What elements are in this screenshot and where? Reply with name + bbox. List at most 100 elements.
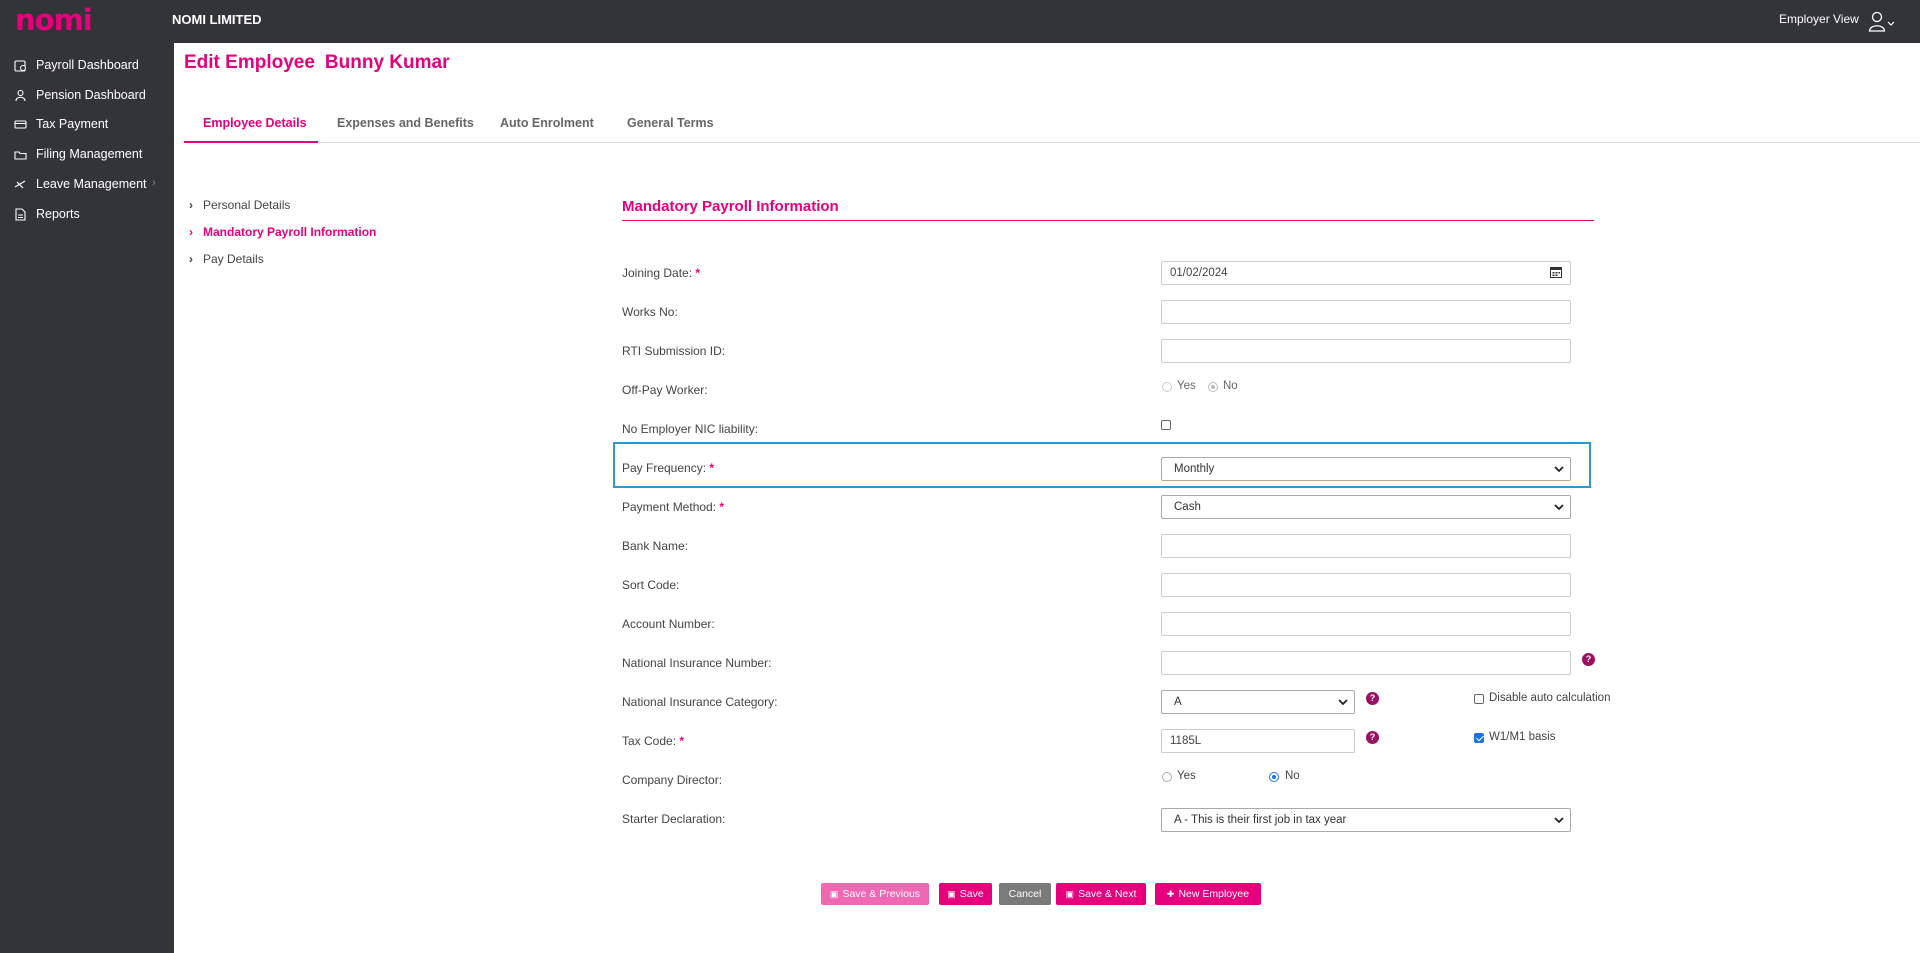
- floppy-disk-icon: ▣: [947, 889, 956, 899]
- off-pay-worker-no-radio[interactable]: [1208, 382, 1218, 392]
- chevron-right-icon: ›: [189, 225, 193, 239]
- off-pay-worker-no-label: No: [1223, 380, 1238, 392]
- account-number-label: Account Number:: [622, 617, 715, 631]
- off-pay-worker-label: Off-Pay Worker:: [622, 383, 708, 397]
- national-insurance-category-value: A: [1174, 696, 1182, 708]
- sidebar: Payroll Dashboard Pension Dashboard Tax …: [0, 43, 174, 953]
- sidebar-item-leave-management[interactable]: Leave Management ›: [0, 174, 174, 196]
- add-user-icon: ✚: [1166, 889, 1175, 899]
- sort-code-label: Sort Code:: [622, 578, 680, 592]
- sidebar-item-label: Filing Management: [36, 147, 143, 161]
- section-nav-personal-details[interactable]: › Personal Details: [189, 198, 290, 212]
- page-title-text: Edit Employee: [184, 52, 315, 73]
- joining-date-input[interactable]: 01/02/2024: [1161, 261, 1571, 285]
- chevron-down-icon: [1554, 815, 1564, 825]
- required-marker: *: [719, 500, 725, 514]
- calendar-icon[interactable]: [1550, 266, 1562, 281]
- joining-date-value: 01/02/2024: [1170, 267, 1228, 279]
- bank-name-input[interactable]: [1161, 534, 1571, 558]
- cancel-button[interactable]: Cancel: [999, 883, 1051, 905]
- no-employer-nic-label: No Employer NIC liability:: [622, 422, 759, 436]
- save-button[interactable]: ▣ Save: [939, 883, 992, 905]
- tab-expenses-and-benefits[interactable]: Expenses and Benefits: [337, 116, 474, 130]
- works-no-input[interactable]: [1161, 300, 1571, 324]
- rti-submission-id-input[interactable]: [1161, 339, 1571, 363]
- sidebar-item-label: Tax Payment: [36, 117, 109, 131]
- company-director-no-radio[interactable]: [1269, 772, 1279, 782]
- leave-icon: [14, 178, 27, 191]
- company-director-yes-radio[interactable]: [1162, 772, 1172, 782]
- sidebar-item-filing-management[interactable]: Filing Management: [0, 144, 174, 166]
- disable-auto-calculation-label: Disable auto calculation: [1489, 692, 1611, 704]
- chevron-right-icon: ›: [152, 177, 156, 189]
- account-number-input[interactable]: [1161, 612, 1571, 636]
- off-pay-worker-yes-radio[interactable]: [1162, 382, 1172, 392]
- bank-name-label: Bank Name:: [622, 539, 689, 553]
- employer-view-label[interactable]: Employer View: [1779, 12, 1859, 26]
- active-tab-indicator: [184, 141, 318, 143]
- sidebar-item-label: Pension Dashboard: [36, 88, 146, 102]
- pay-frequency-select[interactable]: Monthly: [1161, 457, 1571, 481]
- sidebar-item-tax-payment[interactable]: Tax Payment: [0, 114, 174, 136]
- tab-general-terms[interactable]: General Terms: [627, 116, 714, 130]
- company-director-no-label: No: [1285, 770, 1300, 782]
- section-nav-label: Mandatory Payroll Information: [203, 225, 377, 239]
- section-nav-pay-details[interactable]: › Pay Details: [189, 252, 264, 266]
- national-insurance-category-select[interactable]: A: [1161, 690, 1355, 714]
- works-no-label: Works No:: [622, 305, 678, 319]
- sort-code-input[interactable]: [1161, 573, 1571, 597]
- national-insurance-number-input[interactable]: [1161, 651, 1571, 675]
- payment-method-select[interactable]: Cash: [1161, 495, 1571, 519]
- section-title: Mandatory Payroll Information: [622, 198, 839, 215]
- section-nav-label: Personal Details: [203, 198, 291, 212]
- help-icon[interactable]: ?: [1366, 731, 1379, 744]
- section-nav-label: Pay Details: [203, 252, 264, 266]
- tab-employee-details[interactable]: Employee Details: [203, 116, 307, 130]
- starter-declaration-label: Starter Declaration:: [622, 812, 726, 826]
- nomi-logo[interactable]: nomi: [15, 3, 93, 37]
- disable-auto-calculation-checkbox[interactable]: [1474, 694, 1484, 704]
- floppy-disk-icon: ▣: [1065, 889, 1075, 899]
- required-marker: *: [709, 461, 715, 475]
- joining-date-label: Joining Date: *: [622, 266, 701, 280]
- no-employer-nic-checkbox[interactable]: [1161, 420, 1171, 430]
- chevron-down-icon: [1338, 697, 1348, 707]
- sidebar-item-payroll-dashboard[interactable]: Payroll Dashboard: [0, 55, 174, 77]
- new-employee-button[interactable]: ✚ New Employee: [1155, 883, 1261, 905]
- tax-icon: [14, 118, 27, 131]
- section-divider: [622, 220, 1594, 221]
- sidebar-item-reports[interactable]: Reports: [0, 204, 174, 226]
- save-next-button[interactable]: ▣ Save & Next: [1056, 883, 1146, 905]
- help-icon[interactable]: ?: [1582, 653, 1595, 666]
- page-title: Edit Employee Bunny Kumar: [184, 52, 450, 74]
- user-menu-icon[interactable]: [1868, 10, 1898, 34]
- floppy-disk-icon: ▣: [829, 889, 839, 899]
- sidebar-item-label: Reports: [36, 207, 80, 221]
- sidebar-item-label: Leave Management: [36, 177, 147, 191]
- tab-auto-enrolment[interactable]: Auto Enrolment: [500, 116, 594, 130]
- tab-bar: Employee Details Expenses and Benefits A…: [184, 106, 1920, 143]
- payroll-icon: [14, 59, 27, 72]
- chevron-down-icon: [1554, 464, 1564, 474]
- chevron-down-icon: [1554, 502, 1564, 512]
- top-bar: nomi NOMI LIMITED Employer View: [0, 0, 1920, 43]
- help-icon[interactable]: ?: [1366, 692, 1379, 705]
- national-insurance-number-label: National Insurance Number:: [622, 656, 772, 670]
- off-pay-worker-yes-label: Yes: [1177, 380, 1196, 392]
- w1m1-basis-checkbox[interactable]: [1474, 733, 1484, 743]
- national-insurance-category-label: National Insurance Category:: [622, 695, 778, 709]
- pay-frequency-value: Monthly: [1174, 463, 1215, 475]
- payment-method-value: Cash: [1174, 501, 1201, 513]
- sidebar-item-label: Payroll Dashboard: [36, 58, 139, 72]
- tax-code-input[interactable]: 1185L: [1161, 729, 1355, 753]
- starter-declaration-select[interactable]: A - This is their first job in tax year: [1161, 808, 1571, 832]
- payment-method-label: Payment Method: *: [622, 500, 725, 514]
- reports-icon: [14, 208, 27, 221]
- section-nav-mandatory-payroll-information[interactable]: › Mandatory Payroll Information: [189, 225, 376, 239]
- chevron-right-icon: ›: [189, 198, 193, 212]
- sidebar-item-pension-dashboard[interactable]: Pension Dashboard: [0, 85, 174, 107]
- company-director-label: Company Director:: [622, 773, 723, 787]
- save-previous-button[interactable]: ▣ Save & Previous: [821, 883, 929, 905]
- starter-declaration-value: A - This is their first job in tax year: [1174, 814, 1347, 826]
- company-director-yes-label: Yes: [1177, 770, 1196, 782]
